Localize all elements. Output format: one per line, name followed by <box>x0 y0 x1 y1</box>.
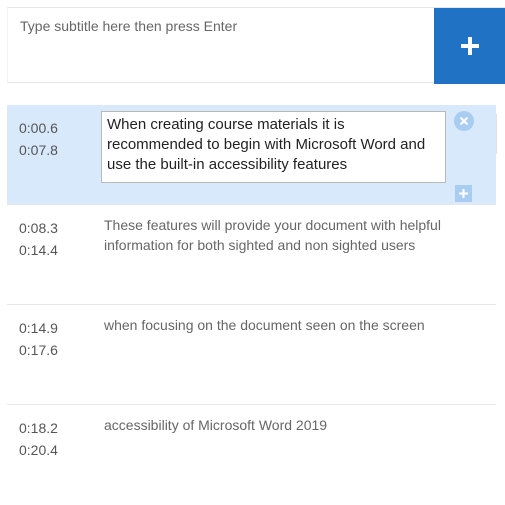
caption-times: 0:00.6 0:07.8 <box>19 117 58 161</box>
caption-start-time: 0:00.6 <box>19 120 58 136</box>
caption-list: 0:00.6 0:07.8 When creating course mater… <box>7 105 496 505</box>
add-subtitle-button[interactable] <box>434 8 505 84</box>
caption-row[interactable]: 0:08.3 0:14.4 These features will provid… <box>7 205 496 305</box>
caption-times: 0:14.9 0:17.6 <box>19 317 58 361</box>
subtitle-input-area <box>7 7 505 83</box>
caption-end-time: 0:20.4 <box>19 442 58 458</box>
insert-caption-button[interactable] <box>455 185 472 202</box>
caption-row[interactable]: 0:18.2 0:20.4 accessibility of Microsoft… <box>7 405 496 505</box>
caption-start-time: 0:14.9 <box>19 320 58 336</box>
scrollbar[interactable] <box>496 114 505 154</box>
caption-end-time: 0:17.6 <box>19 342 58 358</box>
remove-caption-button[interactable] <box>454 111 474 131</box>
caption-times: 0:18.2 0:20.4 <box>19 417 58 461</box>
caption-times: 0:08.3 0:14.4 <box>19 217 58 261</box>
subtitle-input[interactable] <box>8 8 434 82</box>
caption-end-time: 0:07.8 <box>19 142 58 158</box>
caption-end-time: 0:14.4 <box>19 242 58 258</box>
plus-icon <box>459 189 468 198</box>
caption-text[interactable]: accessibility of Microsoft Word 2019 <box>104 415 444 435</box>
caption-start-time: 0:18.2 <box>19 420 58 436</box>
caption-text[interactable]: when focusing on the document seen on th… <box>104 315 444 335</box>
close-icon <box>459 116 469 126</box>
caption-start-time: 0:08.3 <box>19 220 58 236</box>
caption-edit-field[interactable]: When creating course materials it is rec… <box>101 111 446 183</box>
caption-text[interactable]: These features will provide your documen… <box>104 215 444 255</box>
caption-row[interactable]: 0:14.9 0:17.6 when focusing on the docum… <box>7 305 496 405</box>
caption-row[interactable]: 0:00.6 0:07.8 When creating course mater… <box>7 105 496 205</box>
plus-icon <box>460 37 479 55</box>
